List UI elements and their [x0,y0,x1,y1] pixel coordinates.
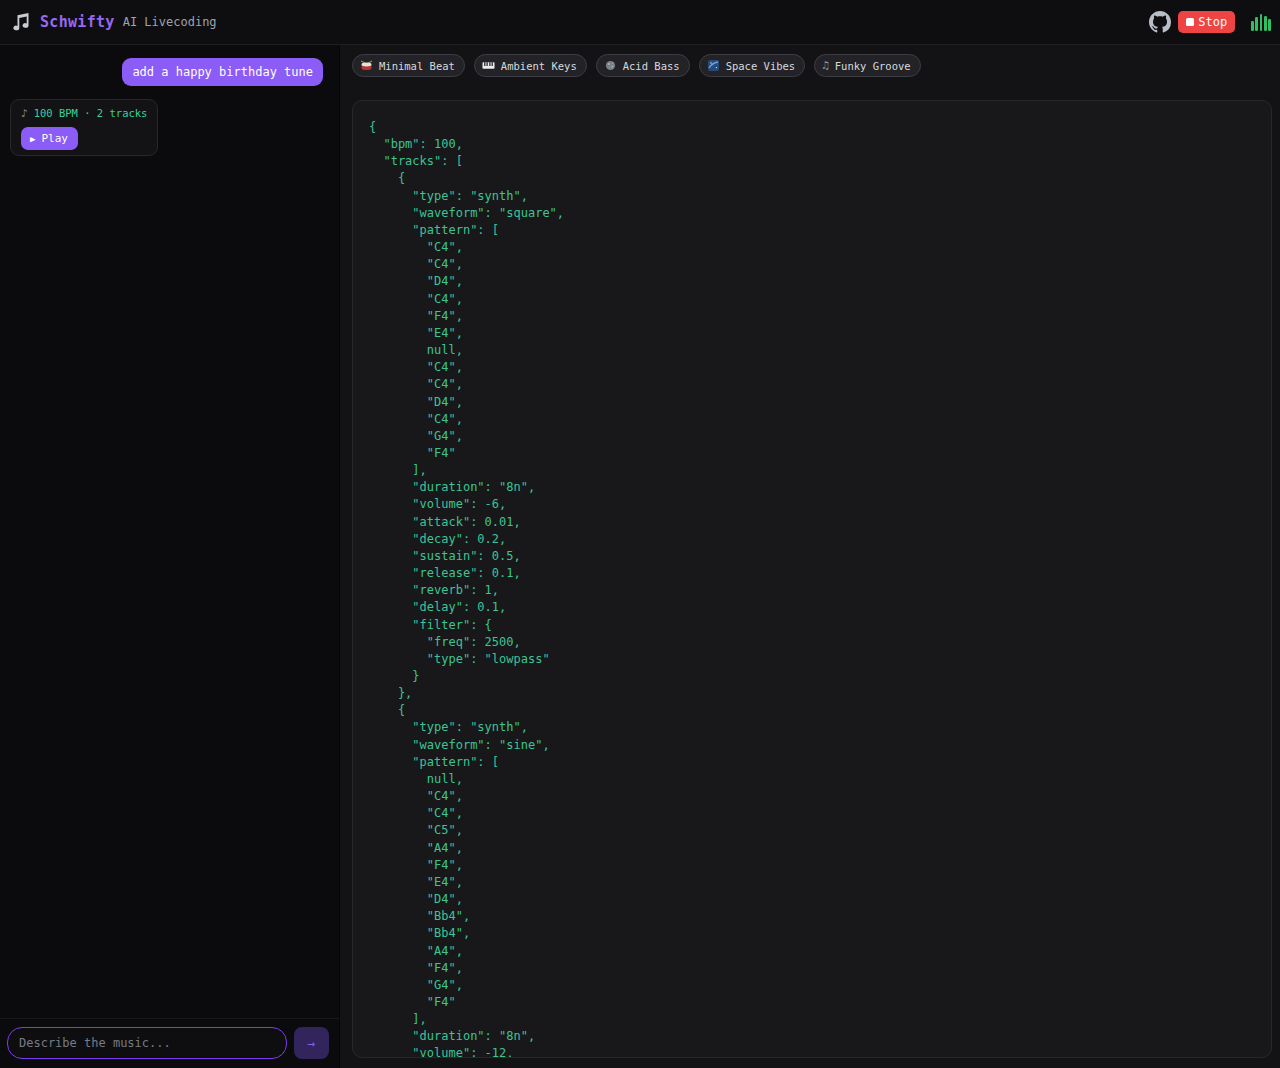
code-panel[interactable]: { "bpm": 100, "tracks": [ { "type": "syn… [352,100,1272,1058]
stop-button[interactable]: Stop [1178,11,1235,33]
github-icon[interactable] [1149,11,1171,33]
preset-label: Acid Bass [623,60,680,72]
stop-label: Stop [1198,15,1227,29]
main-content: Minimal Beat Ambient Keys [340,45,1280,1068]
track-info-line: ♪ 100 BPM · 2 tracks [21,107,147,120]
preset-ambient-keys[interactable]: Ambient Keys [474,54,587,77]
preset-chips: Minimal Beat Ambient Keys [352,54,1272,77]
music-note-icon: ♪ [21,107,28,120]
header: Schwifty AI Livecoding Stop [0,0,1280,45]
acid-icon [604,59,617,72]
play-button[interactable]: ▶ Play [21,127,78,150]
preset-acid-bass[interactable]: Acid Bass [596,54,690,77]
piano-icon [482,59,495,72]
play-icon: ▶ [30,134,35,144]
drum-icon [360,59,373,72]
music-note-icon [12,12,30,33]
assistant-message-card: ♪ 100 BPM · 2 tracks ▶ Play [10,99,158,156]
music-prompt-input[interactable] [7,1027,287,1059]
space-icon [707,59,720,72]
app-subtitle: AI Livecoding [123,15,217,29]
preset-space-vibes[interactable]: Space Vibes [699,54,806,77]
code-block: { "bpm": 100, "tracks": [ { "type": "syn… [369,119,1255,1058]
user-message: add a happy birthday tune [122,58,323,86]
music-notes-icon: ♫ [822,59,829,72]
chat-sidebar: add a happy birthday tune ♪ 100 BPM · 2 … [0,45,340,1068]
preset-label: Funky Groove [835,60,911,72]
send-button[interactable]: → [294,1027,329,1059]
track-info: 100 BPM · 2 tracks [34,107,148,120]
chat-input-row: → [0,1018,339,1068]
audio-visualizer-icon [1251,14,1271,31]
play-label: Play [41,132,68,145]
stop-icon [1186,18,1194,26]
chat-messages: add a happy birthday tune ♪ 100 BPM · 2 … [0,45,339,1018]
preset-label: Space Vibes [726,60,796,72]
preset-funky-groove[interactable]: ♫ Funky Groove [814,54,920,77]
preset-label: Minimal Beat [379,60,455,72]
header-actions: Stop [1149,11,1271,33]
app-title: Schwifty [40,13,115,31]
preset-minimal-beat[interactable]: Minimal Beat [352,54,465,77]
preset-label: Ambient Keys [501,60,577,72]
